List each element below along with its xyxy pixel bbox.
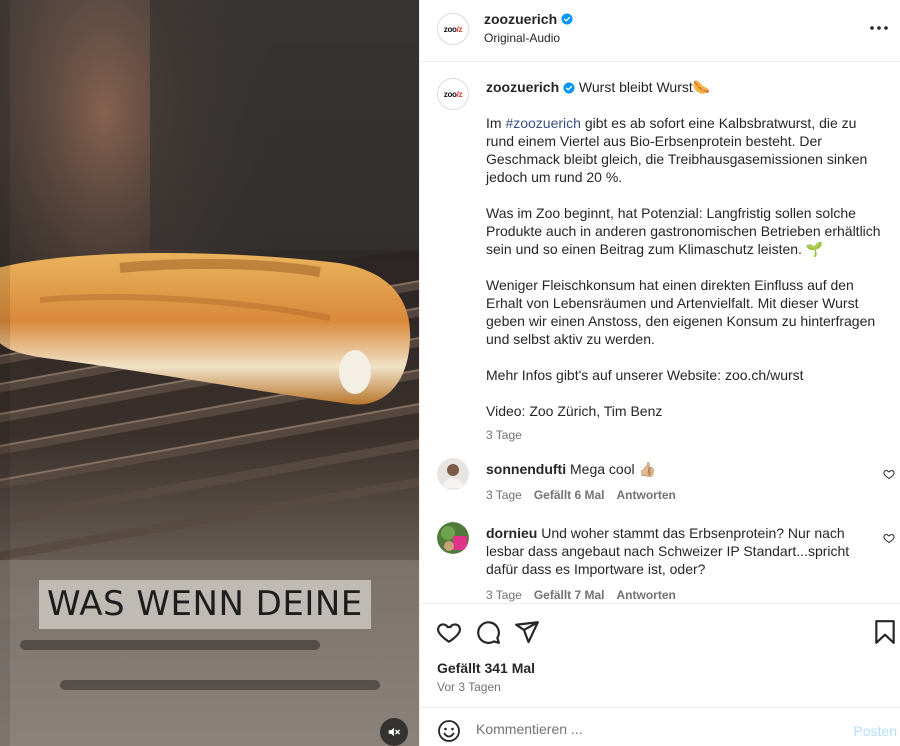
verified-badge-icon: [563, 82, 575, 94]
caption-paragraph-2: Was im Zoo beginnt, hat Potenzial: Langf…: [486, 205, 881, 257]
post-comment-button[interactable]: Posten: [853, 723, 897, 739]
more-options-button[interactable]: [867, 16, 891, 40]
post-side-panel: zoo/z zoozuerich Original-Audio zoo/z zo…: [419, 0, 900, 746]
post-media-video[interactable]: WAS WENN DEINE: [0, 0, 419, 746]
reply-button[interactable]: Antworten: [617, 586, 676, 603]
caption-p1-pre: Im: [486, 115, 506, 131]
bookmark-icon[interactable]: [872, 619, 898, 645]
comment-text: Mega cool 👍🏼: [570, 461, 656, 477]
post-date[interactable]: Vor 3 Tagen: [437, 680, 501, 694]
comment-likes[interactable]: Gefällt 6 Mal: [534, 486, 605, 504]
likes-count[interactable]: Gefällt 341 Mal: [437, 660, 535, 676]
audio-label[interactable]: Original-Audio: [484, 31, 560, 45]
speaker-muted-icon: [388, 727, 400, 737]
avatar-logo-text: zoo: [443, 24, 457, 34]
zoo-avatar[interactable]: zoo/z: [437, 13, 469, 45]
comment-icon[interactable]: [475, 619, 501, 645]
comment-time[interactable]: 3 Tage: [486, 486, 522, 504]
avatar-logo-accent: /z: [456, 89, 463, 99]
sausage-on-grill-image: [0, 0, 419, 746]
heart-icon[interactable]: [436, 619, 462, 645]
reply-button[interactable]: Antworten: [617, 486, 676, 504]
commenter-avatar[interactable]: [437, 458, 469, 490]
comments-scroll-area[interactable]: zoo/z zoozuerich Wurst bleibt Wurst🌭 Im …: [420, 62, 900, 603]
caption-username[interactable]: zoozuerich: [486, 79, 559, 95]
caption-paragraph-3: Weniger Fleischkonsum hat einen direkten…: [486, 277, 876, 347]
post-actions: Gefällt 341 Mal Vor 3 Tagen: [420, 603, 900, 707]
hashtag-link[interactable]: #zoozuerich: [505, 115, 581, 131]
comment-time[interactable]: 3 Tage: [486, 586, 522, 603]
video-text-overlay: WAS WENN DEINE: [39, 580, 371, 629]
heart-icon[interactable]: [883, 468, 895, 480]
share-icon[interactable]: [514, 619, 540, 645]
more-horizontal-icon: [870, 26, 888, 30]
caption-time[interactable]: 3 Tage: [486, 426, 886, 444]
post-header: zoo/z zoozuerich Original-Audio: [420, 0, 900, 62]
verified-badge-icon: [561, 13, 573, 25]
caption-paragraph-5: Video: Zoo Zürich, Tim Benz: [486, 403, 663, 419]
comment-likes[interactable]: Gefällt 7 Mal: [534, 586, 605, 603]
commenter-avatar[interactable]: [437, 522, 469, 554]
header-username[interactable]: zoozuerich: [484, 11, 557, 27]
caption-avatar[interactable]: zoo/z: [437, 78, 469, 110]
avatar-logo-accent: /z: [456, 24, 463, 34]
avatar-logo-text: zoo: [443, 89, 457, 99]
comment-username[interactable]: sonnendufti: [486, 461, 566, 477]
comment-composer: Posten: [420, 707, 900, 746]
caption-paragraph-4: Mehr Infos gibt's auf unserer Website: z…: [486, 367, 804, 383]
comment-text: Und woher stammt das Erbsenprotein? Nur …: [486, 525, 850, 577]
heart-icon[interactable]: [883, 532, 895, 544]
comment-username[interactable]: dornieu: [486, 525, 537, 541]
mute-button[interactable]: [380, 718, 408, 746]
comment-input[interactable]: [476, 721, 836, 737]
caption-title: Wurst bleibt Wurst🌭: [578, 79, 711, 95]
emoji-icon[interactable]: [437, 719, 461, 743]
